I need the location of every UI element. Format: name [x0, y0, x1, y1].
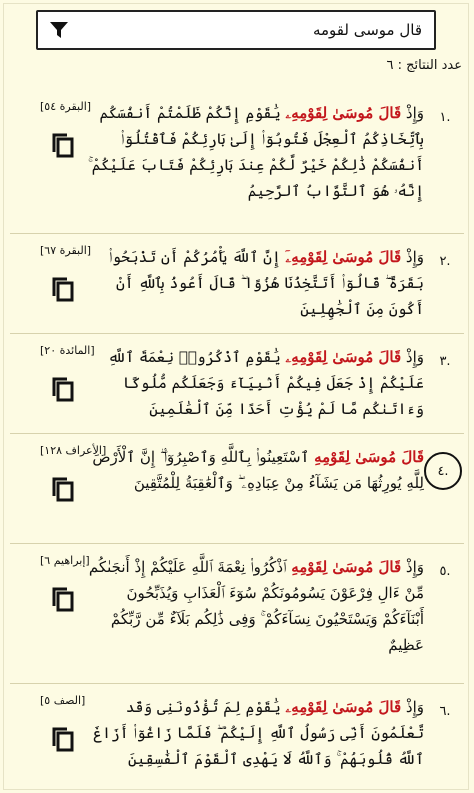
verse-text: وَإِذْ قَالَ مُوسَىٰ لِقَوْمِهِۦ يَٰقَوْ…	[88, 100, 424, 204]
copy-icon[interactable]	[50, 476, 76, 502]
copy-icon[interactable]	[50, 132, 76, 158]
verse-prefix: وَإِذْ	[401, 348, 424, 366]
verse-highlight: قَالَ مُوسَىٰ لِقَوْمِهِ	[314, 448, 424, 466]
verse-number: ١.	[439, 109, 451, 125]
verse-prefix: وَإِذْ	[401, 104, 424, 122]
verse-number: ٦.	[439, 703, 451, 719]
verse-card: ٤. [الأعراف ١٢٨] قَالَ مُوسَىٰ لِقَوْمِه…	[10, 434, 464, 544]
search-bar[interactable]	[36, 10, 436, 50]
verse-highlight: قَالَ مُوسَىٰ لِقَوْمِهِۦ	[285, 104, 402, 122]
verse-text: قَالَ مُوسَىٰ لِقَوْمِهِ ٱسْتَعِينُوا۟ ب…	[88, 444, 424, 496]
verse-number-circled: ٤.	[424, 452, 462, 490]
verse-highlight: قَالَ مُوسَىٰ لِقَوْمِهِۦ	[285, 348, 402, 366]
verse-text: وَإِذْ قَالَ مُوسَىٰ لِقَوْمِهِۦ يَٰقَوْ…	[88, 694, 424, 772]
verse-text: وَإِذْ قَالَ مُوسَىٰ لِقَوْمِهِ ٱذْكُرُو…	[88, 554, 424, 658]
verse-prefix: وَإِذْ	[401, 558, 424, 576]
verse-text: وَإِذْ قَالَ مُوسَىٰ لِقَوْمِهِۦ يَٰقَوْ…	[88, 344, 424, 422]
surah-reference: [الصف ٥]	[40, 694, 86, 707]
verse-highlight: قَالَ مُوسَىٰ لِقَوْمِهِۦٓ	[285, 248, 402, 266]
copy-icon[interactable]	[50, 726, 76, 752]
copy-icon[interactable]	[50, 586, 76, 612]
search-input[interactable]	[70, 20, 424, 40]
verse-highlight: قَالَ مُوسَىٰ لِقَوْمِهِ	[291, 558, 402, 576]
verse-card: ٢. [البقرة ٦٧] وَإِذْ قَالَ مُوسَىٰ لِقَ…	[10, 234, 464, 334]
result-count: عدد النتائج : ٦	[386, 58, 462, 73]
verse-text: وَإِذْ قَالَ مُوسَىٰ لِقَوْمِهِۦٓ إِنَّ …	[88, 244, 424, 322]
filter-funnel-icon[interactable]	[48, 19, 70, 41]
verse-prefix: وَإِذْ	[401, 698, 424, 716]
surah-reference: [البقرة ٦٧]	[40, 244, 92, 257]
verse-card: ٦. [الصف ٥] وَإِذْ قَالَ مُوسَىٰ لِقَوْم…	[10, 684, 464, 790]
verse-highlight: قَالَ مُوسَىٰ لِقَوْمِهِۦ	[285, 698, 402, 716]
results-list: ١. [البقرة ٥٤] وَإِذْ قَالَ مُوسَىٰ لِقَ…	[10, 90, 464, 790]
verse-card: ٣. [المائدة ٢٠] وَإِذْ قَالَ مُوسَىٰ لِق…	[10, 334, 464, 434]
verse-prefix: وَإِذْ	[401, 248, 424, 266]
surah-reference: [المائدة ٢٠]	[40, 344, 95, 357]
verse-number: ٥.	[439, 563, 451, 579]
surah-reference: [إبراهيم ٦]	[40, 554, 90, 567]
verse-number: ٣.	[439, 353, 451, 369]
verse-number: ٢.	[439, 253, 451, 269]
surah-reference: [البقرة ٥٤]	[40, 100, 92, 113]
copy-icon[interactable]	[50, 376, 76, 402]
copy-icon[interactable]	[50, 276, 76, 302]
verse-card: ١. [البقرة ٥٤] وَإِذْ قَالَ مُوسَىٰ لِقَ…	[10, 90, 464, 234]
verse-card: ٥. [إبراهيم ٦] وَإِذْ قَالَ مُوسَىٰ لِقَ…	[10, 544, 464, 684]
